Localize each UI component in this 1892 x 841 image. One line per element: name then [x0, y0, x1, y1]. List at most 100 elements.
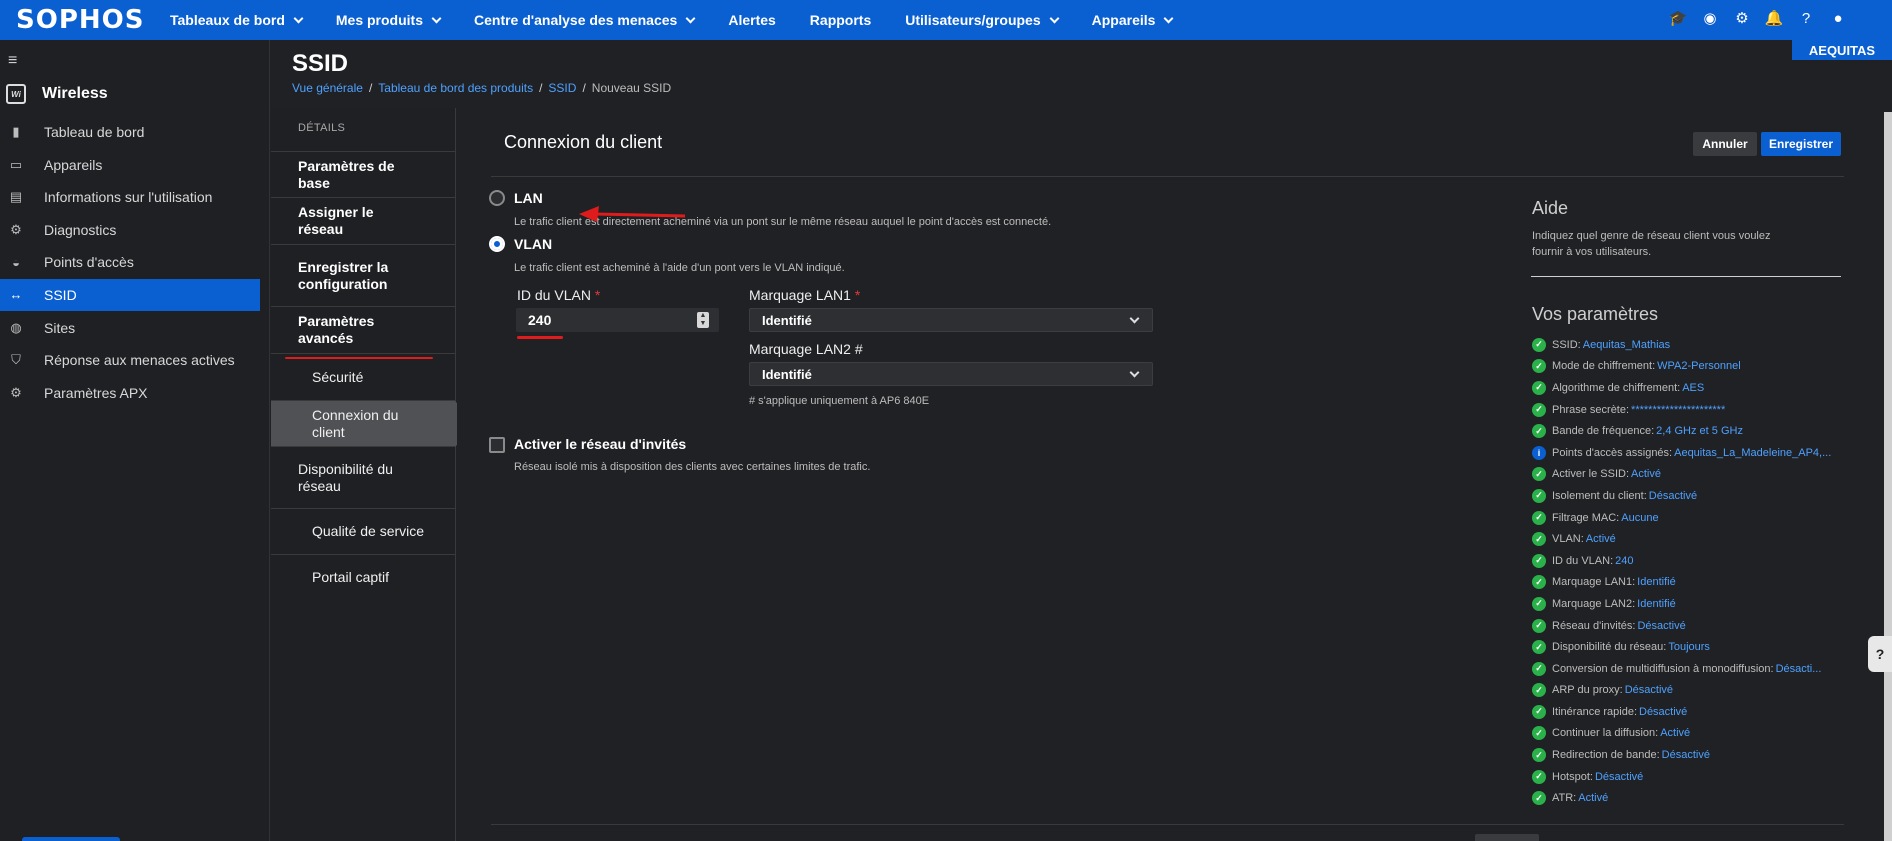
vlan-label[interactable]: VLAN	[514, 236, 552, 252]
sophos-logo[interactable]: SOPHOS	[16, 5, 156, 35]
wifi-icon: ◒	[12, 254, 20, 270]
vlan-description: Le trafic client est acheminé à l'aide d…	[514, 262, 845, 274]
wizard-step[interactable]: Qualité de service	[271, 508, 455, 554]
stepper-arrows-icon[interactable]: ▲ ▼	[697, 312, 709, 328]
sidebar-item[interactable]: ◍ Sites	[0, 312, 260, 344]
setting-value-link[interactable]: Désactivé	[1637, 620, 1685, 632]
setting-value-link[interactable]: 2,4 GHz et 5 GHz	[1656, 425, 1743, 437]
gear-icon[interactable]: ⚙	[1732, 8, 1752, 28]
sidebar-item[interactable]: ▭ Appareils	[0, 149, 260, 181]
setting-value-link[interactable]: Désactivé	[1662, 749, 1710, 761]
setting-value-link[interactable]: WPA2-Personnel	[1657, 360, 1741, 372]
sidebar-item[interactable]: ◒ Points d'accès	[0, 246, 260, 278]
sidebar-item-label: Appareils	[44, 156, 103, 173]
check-icon: ✓	[1532, 596, 1546, 611]
user-icon[interactable]: ●	[1828, 8, 1848, 28]
cancel-button[interactable]: Annuler	[1693, 132, 1757, 156]
graduation-cap-icon[interactable]: 🎓	[1668, 8, 1688, 28]
setting-value-link[interactable]: AES	[1682, 382, 1704, 394]
setting-value-link[interactable]: Aucune	[1621, 512, 1658, 524]
setting-value-link[interactable]: Identifié	[1637, 576, 1676, 588]
setting-row: ✓ Hotspot: Désactivé	[1532, 766, 1852, 788]
nav-item[interactable]: Tableaux de bord	[170, 12, 304, 28]
setting-value-link[interactable]: Toujours	[1668, 641, 1710, 653]
lan1-select[interactable]: Identifié	[749, 308, 1153, 332]
lan-radio[interactable]	[489, 190, 505, 206]
nav-item[interactable]: Mes produits	[336, 12, 442, 28]
setting-value-link[interactable]: Désactivé	[1595, 771, 1643, 783]
setting-value-link[interactable]: Activé	[1578, 792, 1608, 804]
wizard-step[interactable]: Assigner le réseau	[271, 197, 455, 244]
setting-value-link[interactable]: Désactivé	[1639, 706, 1687, 718]
steps-header: DÉTAILS	[298, 122, 346, 134]
guest-network-checkbox[interactable]	[489, 437, 505, 453]
nav-item[interactable]: Rapports	[810, 12, 871, 28]
setting-value-link[interactable]: Aequitas_La_Madeleine_AP4,...	[1674, 447, 1831, 459]
bottom-button-edge[interactable]	[1475, 834, 1539, 841]
vlan-radio[interactable]	[489, 236, 505, 252]
page-title: SSID	[292, 50, 349, 77]
check-icon: ✓	[1532, 553, 1546, 568]
wizard-step[interactable]: Connexion du client	[271, 400, 477, 447]
lan-label[interactable]: LAN	[514, 190, 543, 206]
sidebar-item[interactable]: ⚙ Paramètres APX	[0, 377, 260, 409]
breadcrumb-link[interactable]: Vue générale	[292, 81, 363, 95]
collapse-menu-icon[interactable]: ≡	[8, 52, 17, 70]
lan2-select[interactable]: Identifié	[749, 362, 1153, 386]
check-icon: ✓	[1532, 726, 1546, 741]
top-icons: 🎓 ◉ ⚙ 🔔 ? ●	[1656, 8, 1848, 28]
nav-item[interactable]: Utilisateurs/groupes	[905, 12, 1060, 28]
help-icon[interactable]: ?	[1796, 8, 1816, 28]
vlan-id-value[interactable]: 240	[528, 312, 551, 328]
nav-item[interactable]: Alertes	[728, 12, 775, 28]
wizard-step[interactable]: Portail captif	[271, 554, 455, 600]
sidebar-item-label: Tableau de bord	[44, 124, 145, 140]
guest-network-label[interactable]: Activer le réseau d'invités	[514, 436, 686, 452]
setting-value-link[interactable]: Activé	[1586, 533, 1616, 545]
lan2-label: Marquage LAN2 #	[749, 341, 863, 357]
setting-value-link[interactable]: Désacti...	[1776, 663, 1822, 675]
check-icon: ✓	[1532, 748, 1546, 763]
wizard-step[interactable]: Paramètres de base	[271, 151, 455, 197]
sidebar-item[interactable]: ⚙ Diagnostics	[0, 214, 260, 246]
setting-value-link[interactable]: Activé	[1631, 468, 1661, 480]
sidebar-item[interactable]: ▤ Informations sur l'utilisation	[0, 181, 260, 213]
nav-item[interactable]: Appareils	[1092, 12, 1174, 28]
info-icon: i	[1532, 445, 1546, 460]
save-button[interactable]: Enregistrer	[1761, 132, 1841, 156]
breadcrumb-link[interactable]: Tableau de bord des produits	[378, 81, 533, 95]
wizard-step[interactable]: Enregistrer la configuration	[271, 244, 455, 306]
setting-row: ✓ Filtrage MAC: Aucune	[1532, 507, 1852, 529]
scrollbar[interactable]	[1884, 112, 1892, 841]
check-icon: ✓	[1532, 661, 1546, 676]
setting-value-link[interactable]: Identifié	[1637, 598, 1676, 610]
setting-row: ✓ Marquage LAN2: Identifié	[1532, 593, 1852, 615]
vlan-id-input[interactable]: 240 ▲ ▼	[516, 308, 719, 332]
check-icon: ✓	[1532, 424, 1546, 439]
bell-icon[interactable]: 🔔	[1764, 8, 1784, 28]
setting-value-link[interactable]: 240	[1615, 555, 1633, 567]
wizard-step[interactable]: Disponibilité du réseau	[271, 446, 455, 508]
setting-value-link[interactable]: Aequitas_Mathias	[1583, 339, 1670, 351]
chevron-down-icon	[1129, 367, 1140, 378]
setting-value-link[interactable]: **********************	[1631, 404, 1725, 416]
sidebar-item-label: Sites	[44, 319, 76, 336]
sidebar-item[interactable]: ▮ Tableau de bord	[0, 116, 260, 148]
setting-value-link[interactable]: Désactivé	[1649, 490, 1697, 502]
sidebar-item[interactable]: ↔ SSID	[0, 278, 260, 311]
tenant-badge[interactable]: AEQUITAS	[1792, 40, 1892, 60]
setting-value-link[interactable]: Désactivé	[1625, 684, 1673, 696]
sidebar-bottom-tab[interactable]	[22, 837, 120, 841]
pulse-icon[interactable]: ◉	[1700, 8, 1720, 28]
help-tab-icon[interactable]: ?	[1868, 636, 1892, 672]
wizard-step[interactable]: Paramètres avancés	[271, 306, 455, 359]
setting-value-link[interactable]: Activé	[1660, 727, 1690, 739]
breadcrumb: Vue générale / Tableau de bord des produi…	[292, 81, 672, 95]
wizard-step[interactable]: Sécurité	[271, 353, 455, 400]
breadcrumb-link[interactable]: SSID	[548, 81, 576, 95]
check-icon: ✓	[1532, 380, 1546, 395]
setting-row: ✓ ID du VLAN: 240	[1532, 550, 1852, 572]
sidebar-item[interactable]: ⛉ Réponse aux menaces actives	[0, 344, 260, 376]
wizard-steps: DÉTAILS Paramètres de base Assigner le ré…	[271, 108, 477, 841]
nav-item[interactable]: Centre d'analyse des menaces	[474, 12, 696, 28]
